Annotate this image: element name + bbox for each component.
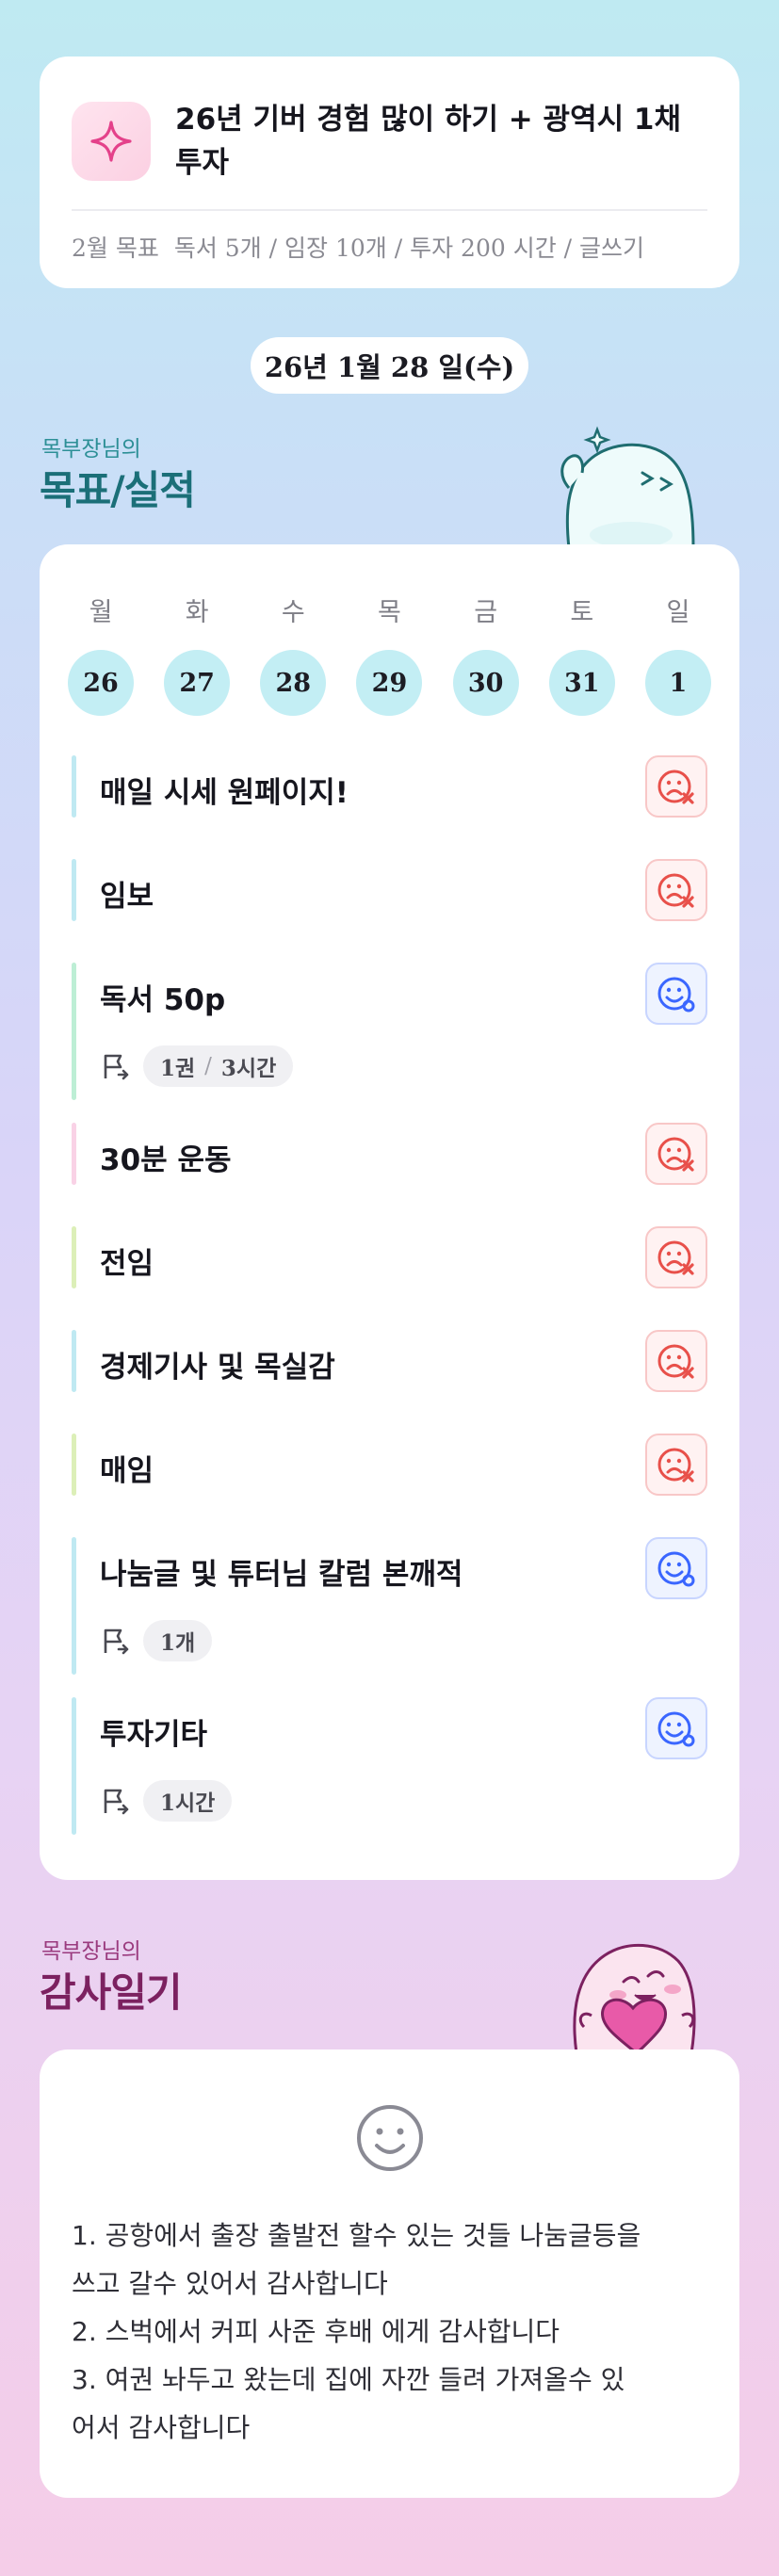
sad-face-x-icon[interactable] (645, 1330, 707, 1392)
result-value: 1권 (160, 1056, 196, 1081)
sad-face-x-icon[interactable] (645, 1434, 707, 1496)
flag-result-icon (100, 1050, 132, 1082)
task-color-bar (72, 1537, 76, 1675)
task-color-bar (72, 1330, 76, 1392)
gratitude-entries: 1. 공항에서 출장 출발전 할수 있는 것들 나눔글등을 쓰고 갈수 있어서 … (72, 2211, 712, 2452)
thanks-section-title: 감사일기 (40, 1969, 183, 2016)
yearly-goal-card: 26년 기버 경험 많이 하기 + 광역시 1채 투자 2월 목표 독서 5개 /… (40, 57, 739, 288)
date-circle[interactable]: 27 (164, 650, 231, 716)
happy-face-check-icon[interactable] (645, 1697, 707, 1759)
thanks-section-subtitle: 목부장님의 (41, 1939, 141, 1964)
result-value: 1시간 (160, 1790, 216, 1816)
task-row[interactable]: 매임 (72, 1434, 707, 1496)
task-name: 독서 50p (100, 983, 226, 1017)
weekday-label: 수 (281, 598, 305, 627)
weekday-label: 일 (666, 598, 690, 627)
current-date-pill[interactable]: 26년 1월 28 일(수) (251, 337, 528, 394)
result-pill: 1권 / 3시간 (143, 1045, 294, 1087)
task-row[interactable]: 매일 시세 원페이지! (72, 755, 707, 818)
task-row[interactable]: 30분 운동 (72, 1123, 707, 1185)
sad-face-x-icon[interactable] (645, 1226, 707, 1288)
task-row[interactable]: 전임 (72, 1226, 707, 1288)
task-row[interactable]: 투자기타 1시간 (72, 1697, 707, 1835)
separator: / (204, 1054, 212, 1078)
weekday-label: 토 (570, 598, 594, 627)
task-name: 매임 (100, 1454, 154, 1488)
date-circle[interactable]: 28 (260, 650, 327, 716)
gratitude-line: 쓰고 갈수 있어서 감사합니다 (72, 2268, 388, 2299)
gratitude-line: 어서 감사합니다 (72, 2412, 251, 2443)
monthly-goal-label: 2월 목표 (72, 235, 159, 262)
smile-icon[interactable] (354, 2102, 426, 2174)
ghost-mascot-icon (560, 426, 695, 548)
result-value: 3시간 (220, 1056, 277, 1081)
task-color-bar (72, 1226, 76, 1288)
weekday-label: 화 (185, 598, 209, 627)
task-row[interactable]: 경제기사 및 목실감 (72, 1330, 707, 1392)
gratitude-line: 2. 스벅에서 커피 사준 후배 에게 감사합니다 (72, 2316, 560, 2347)
sad-face-x-icon[interactable] (645, 859, 707, 921)
task-name: 30분 운동 (100, 1143, 232, 1177)
weekday-header: 월 화 수 목 금 토 일 (68, 591, 711, 628)
happy-face-check-icon[interactable] (645, 963, 707, 1025)
task-result: 1개 (100, 1620, 213, 1661)
task-row[interactable]: 임보 (72, 859, 707, 921)
sparkle-icon (72, 102, 151, 181)
date-circle[interactable]: 30 (452, 650, 519, 716)
task-color-bar (72, 1434, 76, 1496)
task-name: 전임 (100, 1247, 154, 1281)
task-name: 매일 시세 원페이지! (100, 776, 349, 810)
result-value: 1개 (160, 1630, 196, 1656)
weekday-label: 월 (89, 598, 113, 627)
monthly-goals: 2월 목표 독서 5개 / 임장 10개 / 투자 200 시간 / 글쓰기 (72, 230, 644, 264)
goals-section-title: 목표/실적 (40, 467, 196, 513)
task-name: 투자기타 (100, 1718, 208, 1752)
week-dates: 26 27 28 29 30 31 1 (68, 650, 711, 716)
task-row[interactable]: 나눔글 및 튜터님 칼럼 본깨적 1개 (72, 1537, 707, 1675)
date-circle[interactable]: 26 (68, 650, 134, 716)
flag-result-icon (100, 1625, 132, 1657)
heart-mascot-icon (573, 1943, 696, 2053)
gratitude-line: 1. 공항에서 출장 출발전 할수 있는 것들 나눔글등을 (72, 2220, 641, 2251)
date-circle[interactable]: 31 (548, 650, 615, 716)
task-result: 1시간 (100, 1780, 233, 1822)
sad-face-x-icon[interactable] (645, 755, 707, 818)
goals-section-subtitle: 목부장님의 (41, 437, 141, 462)
daily-tasks-card: 월 화 수 목 금 토 일 26 27 28 29 30 31 1 매일 시세 … (40, 544, 739, 1880)
result-pill: 1개 (143, 1620, 213, 1661)
result-pill: 1시간 (143, 1780, 233, 1822)
task-name: 나눔글 및 튜터님 칼럼 본깨적 (100, 1558, 463, 1592)
yearly-goal-title: 26년 기버 경험 많이 하기 + 광역시 1채 투자 (175, 103, 681, 180)
happy-face-check-icon[interactable] (645, 1537, 707, 1599)
monthly-goal-text: 독서 5개 / 임장 10개 / 투자 200 시간 / 글쓰기 (173, 235, 645, 262)
task-color-bar (72, 963, 76, 1100)
weekday-label: 금 (474, 598, 498, 627)
date-circle[interactable]: 1 (644, 650, 711, 716)
gratitude-journal-card: 1. 공항에서 출장 출발전 할수 있는 것들 나눔글등을 쓰고 갈수 있어서 … (40, 2049, 739, 2498)
task-color-bar (72, 1123, 76, 1185)
task-color-bar (72, 755, 76, 818)
task-color-bar (72, 1697, 76, 1835)
divider (72, 209, 707, 211)
gratitude-line: 3. 여권 놔두고 왔는데 집에 자깐 들려 가져올수 있 (72, 2364, 625, 2395)
task-name: 임보 (100, 880, 154, 914)
task-row[interactable]: 독서 50p 1권 / 3시간 (72, 963, 707, 1100)
date-circle[interactable]: 29 (356, 650, 423, 716)
flag-result-icon (100, 1785, 132, 1817)
task-name: 경제기사 및 목실감 (100, 1351, 335, 1385)
task-result: 1권 / 3시간 (100, 1045, 294, 1087)
sad-face-x-icon[interactable] (645, 1123, 707, 1185)
weekday-label: 목 (378, 598, 401, 627)
task-color-bar (72, 859, 76, 921)
